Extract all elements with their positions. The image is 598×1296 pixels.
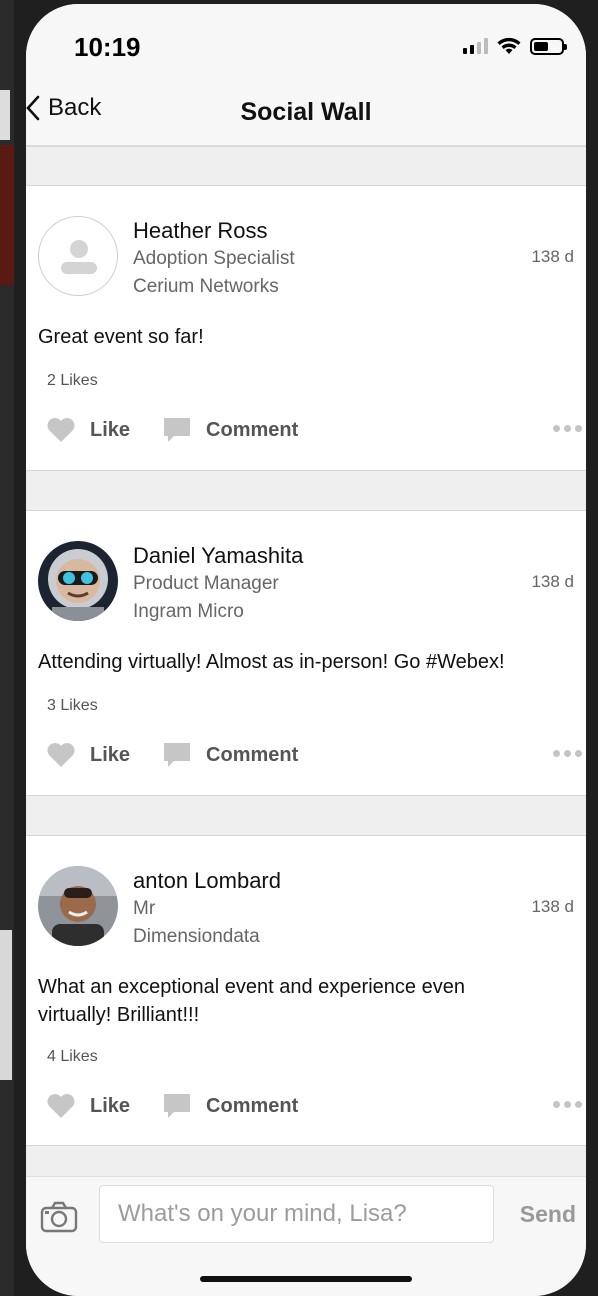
like-button[interactable]: Like: [46, 1093, 130, 1119]
author-role: Mr: [133, 898, 156, 919]
author-name[interactable]: Heather Ross: [133, 218, 268, 244]
like-label: Like: [90, 743, 131, 766]
like-count[interactable]: 2 Likes: [47, 372, 98, 390]
author-company: Ingram Micro: [133, 601, 244, 622]
post-age: 138 d: [531, 897, 574, 916]
post-card: anton Lombard Mr Dimensiondata 138 d Wha…: [26, 836, 586, 1146]
post-text: Attending virtually! Almost as in-person…: [38, 651, 505, 673]
home-indicator[interactable]: [200, 1276, 412, 1282]
comment-button[interactable]: Comment: [162, 1092, 298, 1120]
background-app-edge: [0, 0, 14, 1296]
post-age: 138 d: [531, 572, 574, 591]
feed-divider: [26, 1146, 586, 1176]
like-count[interactable]: 4 Likes: [47, 1048, 98, 1066]
avatar[interactable]: [38, 541, 118, 621]
post-actions: Like Comment: [46, 413, 586, 447]
wifi-icon: [497, 37, 521, 54]
author-role: Adoption Specialist: [133, 248, 295, 269]
post-card: Heather Ross Adoption Specialist Cerium …: [26, 186, 586, 471]
avatar-photo: [38, 866, 118, 946]
like-label: Like: [90, 1094, 131, 1117]
comment-button[interactable]: Comment: [162, 416, 298, 444]
back-button[interactable]: Back: [26, 94, 101, 122]
phone-screen: 10:19 Back Social Wall Heather Ross Adop…: [26, 4, 586, 1296]
status-bar: 10:19: [26, 4, 586, 84]
avatar[interactable]: [38, 866, 118, 946]
comment-button[interactable]: Comment: [162, 741, 298, 769]
feed-divider: [26, 796, 586, 836]
heart-icon: [47, 743, 75, 767]
comment-icon: [164, 1094, 191, 1118]
comment-icon: [164, 418, 191, 442]
author-name[interactable]: Daniel Yamashita: [133, 543, 303, 569]
post-input[interactable]: [99, 1185, 494, 1243]
post-actions: Like Comment: [46, 1089, 586, 1123]
post-age: 138 d: [531, 247, 574, 266]
navigation-bar: Back Social Wall: [26, 84, 586, 146]
like-count[interactable]: 3 Likes: [47, 697, 98, 715]
author-role: Product Manager: [133, 573, 279, 594]
post-text: Great event so far!: [38, 326, 204, 348]
background-strip-lower: [0, 930, 12, 1080]
author-company: Cerium Networks: [133, 276, 279, 297]
more-icon[interactable]: [553, 750, 582, 757]
like-label: Like: [90, 418, 131, 441]
comment-label: Comment: [206, 418, 299, 441]
send-button[interactable]: Send: [520, 1201, 576, 1228]
signal-icon: [463, 38, 488, 54]
camera-icon[interactable]: [40, 1201, 78, 1233]
post-actions: Like Comment: [46, 738, 586, 772]
back-chevron-icon: [26, 95, 40, 121]
heart-icon: [47, 1094, 75, 1118]
heart-icon: [47, 418, 75, 442]
post-card: Daniel Yamashita Product Manager Ingram …: [26, 511, 586, 796]
comment-label: Comment: [206, 1094, 299, 1117]
background-image-strip: [0, 145, 14, 285]
battery-icon: [530, 37, 567, 55]
background-strip: [0, 90, 10, 140]
post-text: What an exceptional event and experience…: [38, 976, 465, 1026]
avatar[interactable]: [38, 216, 118, 296]
page-title: Social Wall: [240, 98, 372, 126]
comment-icon: [164, 743, 191, 767]
status-icons: [463, 36, 567, 56]
placeholder-person-icon: [61, 240, 97, 274]
back-label: Back: [48, 94, 102, 121]
feed-divider: [26, 146, 586, 186]
status-time: 10:19: [74, 32, 141, 62]
social-feed[interactable]: Heather Ross Adoption Specialist Cerium …: [26, 146, 586, 1176]
like-button[interactable]: Like: [46, 742, 130, 768]
more-icon[interactable]: [553, 1101, 582, 1108]
more-icon[interactable]: [553, 425, 582, 432]
author-name[interactable]: anton Lombard: [133, 868, 281, 894]
avatar-photo: [38, 541, 118, 621]
like-button[interactable]: Like: [46, 417, 130, 443]
author-company: Dimensiondata: [133, 926, 260, 947]
feed-divider: [26, 471, 586, 511]
comment-label: Comment: [206, 743, 299, 766]
